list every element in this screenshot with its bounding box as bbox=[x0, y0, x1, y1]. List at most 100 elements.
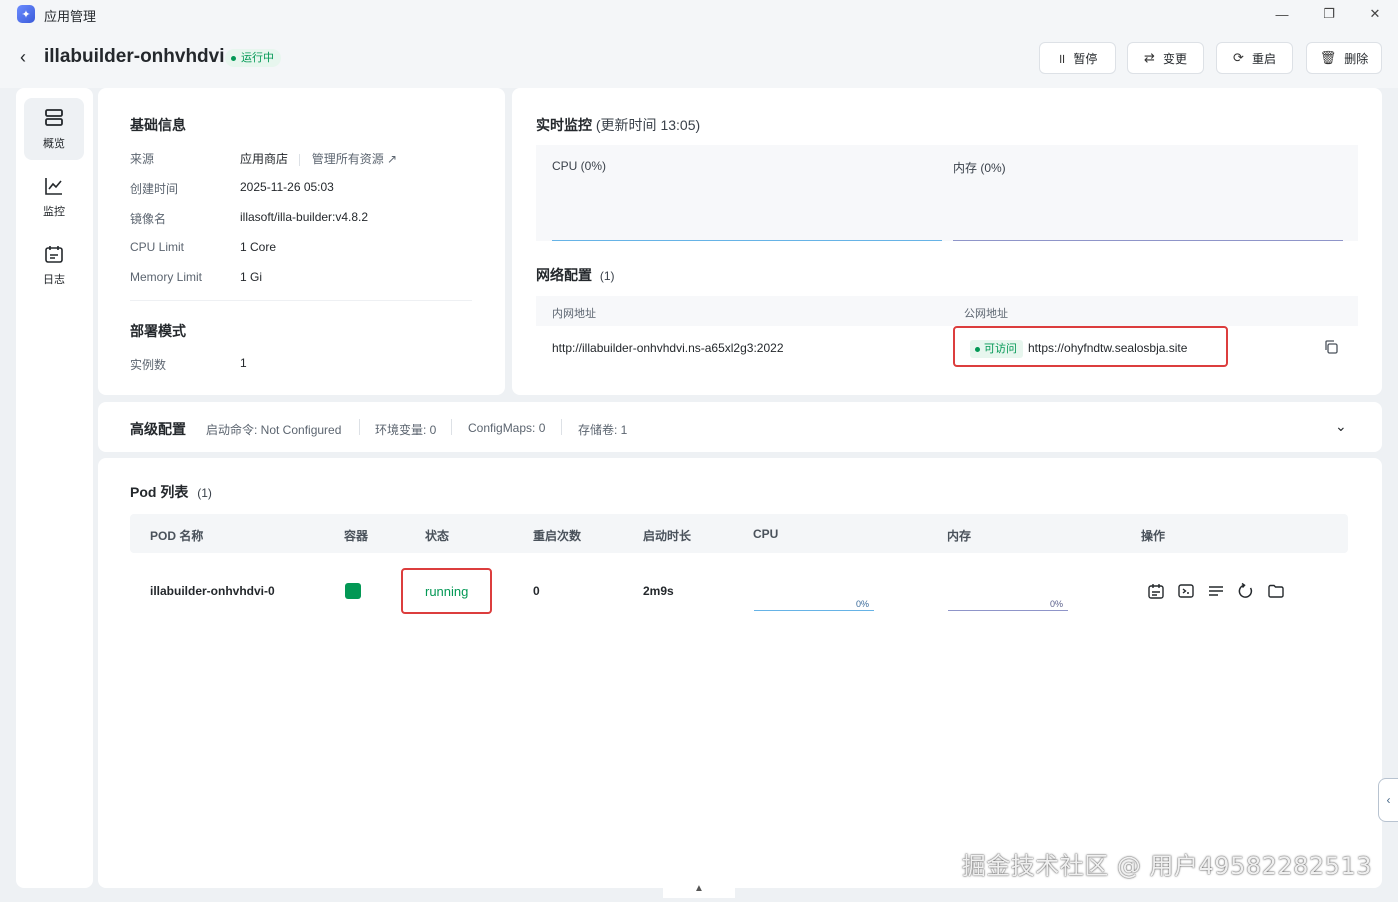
pod-list-card: Pod 列表 (1) POD 名称 容器 状态 重启次数 启动时长 CPU 内存… bbox=[98, 458, 1382, 888]
source-value: 应用商店 管理所有资源 ↗ bbox=[240, 150, 397, 167]
cpu-chart-label: CPU (0%) bbox=[552, 159, 607, 173]
sidebar-item-label: 监控 bbox=[43, 206, 65, 218]
pod-list-title-text: Pod 列表 bbox=[130, 484, 189, 500]
pod-name: illabuilder-onhvhdvi-0 bbox=[150, 584, 275, 598]
advanced-config-title: 高级配置 bbox=[130, 421, 186, 437]
close-button[interactable]: ✕ bbox=[1361, 4, 1389, 24]
source-value-text: 应用商店 bbox=[240, 152, 289, 166]
memory-limit-value: 1 Gi bbox=[240, 270, 263, 284]
sidebar-item-monitor[interactable]: 监控 bbox=[24, 166, 84, 228]
configmaps: ConfigMaps: 0 bbox=[468, 421, 546, 435]
col-pod-name: POD 名称 bbox=[150, 529, 204, 543]
log-lines-icon[interactable] bbox=[1207, 582, 1225, 600]
network-table-header: 内网地址 公网地址 bbox=[536, 296, 1358, 326]
pod-cpu-value: 0% bbox=[856, 599, 870, 609]
pod-uptime: 2m9s bbox=[643, 584, 674, 598]
change-label: 变更 bbox=[1162, 51, 1187, 66]
log-icon bbox=[45, 246, 63, 263]
network-title: 网络配置 (1) bbox=[536, 265, 615, 285]
chart-icon bbox=[45, 178, 62, 195]
change-button[interactable]: ⇄ 变更 bbox=[1127, 42, 1204, 74]
image-value: illasoft/illa-builder:v4.8.2 bbox=[240, 210, 369, 224]
sidebar-item-label: 概览 bbox=[43, 138, 65, 150]
col-private-address: 内网地址 bbox=[552, 308, 596, 320]
monitor-title: 实时监控 (更新时间 13:05) bbox=[536, 115, 700, 135]
pod-restarts: 0 bbox=[533, 584, 540, 598]
monitor-charts: CPU (0%) 内存 (0%) bbox=[536, 145, 1358, 241]
minimize-button[interactable]: — bbox=[1268, 4, 1296, 24]
app-logo-icon: ✦ bbox=[17, 5, 35, 23]
network-title-text: 网络配置 bbox=[536, 267, 592, 283]
status-badge: 运行中 bbox=[225, 49, 281, 67]
cpu-limit-key: CPU Limit bbox=[130, 240, 185, 254]
public-address-highlight bbox=[953, 326, 1228, 367]
sidebar-item-label: 日志 bbox=[43, 274, 65, 286]
pause-icon: ॥ bbox=[1057, 51, 1066, 66]
col-uptime: 启动时长 bbox=[643, 529, 692, 543]
sidebar: 概览 监控 日志 bbox=[16, 88, 93, 888]
sidebar-item-overview[interactable]: 概览 bbox=[24, 98, 84, 160]
app-header: ‹ illabuilder-onhvhdvi 运行中 ॥ 暂停 ⇄ 变更 ⟳ 重… bbox=[0, 28, 1398, 88]
copy-icon[interactable] bbox=[1323, 339, 1339, 355]
env-vars: 环境变量: 0 bbox=[375, 423, 437, 437]
col-actions: 操作 bbox=[1141, 529, 1166, 543]
cpu-limit-value: 1 Core bbox=[240, 240, 277, 254]
col-container: 容器 bbox=[344, 529, 369, 543]
basic-info-card: 基础信息 来源 应用商店 管理所有资源 ↗ 创建时间 2025-11-26 05… bbox=[98, 88, 505, 395]
pod-table-header: POD 名称 容器 状态 重启次数 启动时长 CPU 内存 操作 bbox=[130, 514, 1348, 553]
expand-panel-tab[interactable]: ‹ bbox=[1378, 778, 1398, 822]
col-status: 状态 bbox=[425, 529, 450, 543]
source-key: 来源 bbox=[130, 152, 155, 166]
detail-icon[interactable] bbox=[1147, 582, 1165, 600]
cpu-chart-line bbox=[552, 240, 942, 241]
pod-memory-value: 0% bbox=[1050, 599, 1064, 609]
chevron-down-icon[interactable]: ⌄ bbox=[1335, 418, 1347, 435]
monitor-network-card: 实时监控 (更新时间 13:05) CPU (0%) 内存 (0%) 网络配置 … bbox=[512, 88, 1382, 395]
divider bbox=[359, 419, 360, 435]
bottom-drawer-handle[interactable]: ▲ bbox=[663, 878, 735, 898]
divider bbox=[451, 419, 452, 435]
manage-resources-link[interactable]: 管理所有资源 ↗ bbox=[312, 152, 397, 166]
pod-cpu-bar bbox=[754, 610, 874, 611]
restart-icon: ⟳ bbox=[1233, 50, 1244, 65]
memory-chart-label: 内存 (0%) bbox=[953, 161, 1006, 175]
restart-button[interactable]: ⟳ 重启 bbox=[1216, 42, 1293, 74]
monitor-title-text: 实时监控 bbox=[536, 117, 592, 133]
restart-icon[interactable] bbox=[1237, 582, 1255, 600]
col-restarts: 重启次数 bbox=[533, 529, 582, 543]
divider bbox=[561, 419, 562, 435]
instances-key: 实例数 bbox=[130, 358, 167, 372]
memory-chart-line bbox=[953, 240, 1343, 241]
pod-memory-bar bbox=[948, 610, 1068, 611]
folder-icon[interactable] bbox=[1267, 582, 1285, 600]
advanced-config-card[interactable]: 高级配置 启动命令: Not Configured 环境变量: 0 Config… bbox=[98, 402, 1382, 452]
app-name: illabuilder-onhvhdvi bbox=[44, 46, 225, 67]
created-value: 2025-11-26 05:03 bbox=[240, 180, 334, 194]
startup-command: 启动命令: Not Configured bbox=[206, 423, 342, 437]
private-address[interactable]: http://illabuilder-onhvhdvi.ns-a65xl2g3:… bbox=[552, 341, 784, 355]
created-key: 创建时间 bbox=[130, 182, 179, 196]
pause-button[interactable]: ॥ 暂停 bbox=[1039, 42, 1116, 74]
sidebar-item-logs[interactable]: 日志 bbox=[24, 234, 84, 296]
watermark: 掘金技术社区 @ 用户49582282513 bbox=[961, 852, 1372, 880]
trash-icon: 🗑 bbox=[1319, 50, 1337, 65]
memory-limit-key: Memory Limit bbox=[130, 270, 203, 284]
container-status-icon bbox=[345, 583, 361, 599]
storage-volumes: 存储卷: 1 bbox=[578, 423, 628, 437]
divider bbox=[299, 153, 301, 166]
basic-info-title: 基础信息 bbox=[130, 117, 186, 133]
delete-button[interactable]: 🗑 删除 bbox=[1306, 42, 1382, 74]
pause-label: 暂停 bbox=[1073, 51, 1098, 66]
pod-list-title: Pod 列表 (1) bbox=[130, 482, 212, 502]
col-memory: 内存 bbox=[947, 529, 972, 543]
col-cpu: CPU bbox=[753, 527, 779, 541]
network-count: (1) bbox=[599, 269, 615, 283]
deploy-mode-title: 部署模式 bbox=[130, 323, 186, 339]
swap-icon: ⇄ bbox=[1144, 50, 1155, 65]
maximize-button[interactable]: ❐ bbox=[1315, 4, 1343, 24]
status-highlight bbox=[401, 568, 492, 614]
back-arrow-icon[interactable]: ‹ bbox=[20, 47, 26, 68]
delete-label: 删除 bbox=[1344, 51, 1369, 66]
terminal-icon[interactable] bbox=[1177, 582, 1195, 600]
window-title: 应用管理 bbox=[44, 9, 97, 24]
